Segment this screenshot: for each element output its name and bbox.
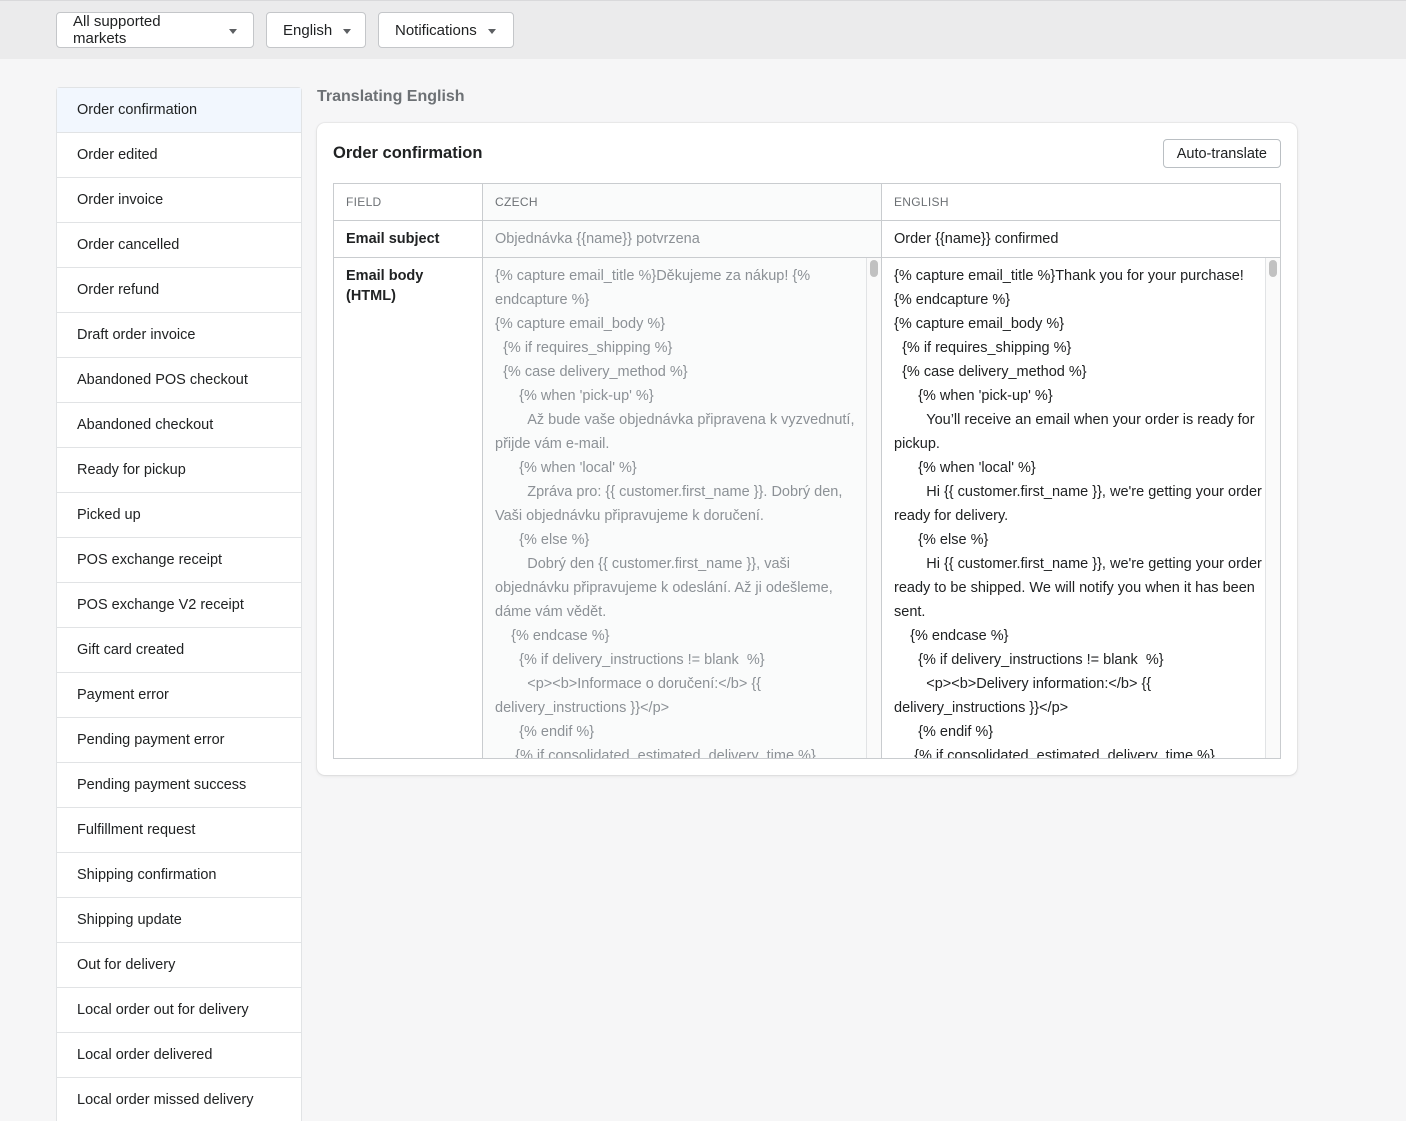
target-email-subject-input[interactable]: Order {{name}} confirmed bbox=[882, 221, 1280, 258]
sidebar-item[interactable]: Local order missed delivery bbox=[57, 1078, 301, 1121]
sidebar-item[interactable]: Pending payment success bbox=[57, 763, 301, 808]
section-dropdown[interactable]: Notifications bbox=[378, 12, 514, 48]
sidebar-item[interactable]: Abandoned checkout bbox=[57, 403, 301, 448]
sidebar-item[interactable]: Out for delivery bbox=[57, 943, 301, 988]
target-scrollbar[interactable] bbox=[1265, 258, 1280, 758]
sidebar-item[interactable]: Order refund bbox=[57, 268, 301, 313]
market-dropdown[interactable]: All supported markets bbox=[56, 12, 254, 48]
source-email-body: {% capture email_title %}Děkujeme za nák… bbox=[483, 258, 881, 758]
language-dropdown-label: English bbox=[283, 21, 333, 39]
sidebar-item[interactable]: POS exchange V2 receipt bbox=[57, 583, 301, 628]
page-heading: Translating English bbox=[317, 88, 465, 105]
target-email-body-input[interactable]: {% capture email_title %}Thank you for y… bbox=[882, 258, 1280, 758]
section-dropdown-label: Notifications bbox=[395, 21, 477, 39]
source-email-subject: Objednávka {{name}} potvrzena bbox=[483, 221, 881, 258]
sidebar-item[interactable]: Order edited bbox=[57, 133, 301, 178]
sidebar-item[interactable]: Fulfillment request bbox=[57, 808, 301, 853]
sidebar-item[interactable]: Pending payment error bbox=[57, 718, 301, 763]
sidebar-item[interactable]: Local order out for delivery bbox=[57, 988, 301, 1033]
scrollbar-thumb[interactable] bbox=[1269, 260, 1277, 277]
email-subject-label: Email subject bbox=[334, 221, 482, 258]
sidebar-item[interactable]: Shipping update bbox=[57, 898, 301, 943]
top-toolbar: All supported markets English Notificati… bbox=[0, 0, 1406, 59]
caret-down-icon bbox=[487, 28, 496, 34]
source-email-body-text: {% capture email_title %}Děkujeme za nák… bbox=[495, 268, 855, 758]
sidebar-item[interactable]: Local order delivered bbox=[57, 1033, 301, 1078]
translation-card: Order confirmation Auto-translate FIELD … bbox=[317, 123, 1297, 775]
sidebar-item[interactable]: Payment error bbox=[57, 673, 301, 718]
sidebar-item[interactable]: Order invoice bbox=[57, 178, 301, 223]
sidebar-item[interactable]: Picked up bbox=[57, 493, 301, 538]
sidebar-item[interactable]: Abandoned POS checkout bbox=[57, 358, 301, 403]
translation-table: FIELD Email subject Email body (HTML) CZ… bbox=[333, 183, 1281, 759]
notification-list: Order confirmation Order edited Order invo… bbox=[56, 87, 302, 1121]
language-dropdown[interactable]: English bbox=[266, 12, 366, 48]
sidebar-item[interactable]: Gift card created bbox=[57, 628, 301, 673]
sidebar-item[interactable]: POS exchange receipt bbox=[57, 538, 301, 583]
target-email-body-text[interactable]: {% capture email_title %}Thank you for y… bbox=[894, 264, 1262, 758]
source-scrollbar[interactable] bbox=[866, 258, 881, 758]
caret-down-icon bbox=[229, 28, 237, 34]
source-header: CZECH bbox=[483, 184, 881, 221]
sidebar-item[interactable]: Ready for pickup bbox=[57, 448, 301, 493]
target-column: ENGLISH Order {{name}} confirmed {% capt… bbox=[882, 184, 1280, 758]
card-title: Order confirmation bbox=[333, 144, 483, 162]
caret-down-icon bbox=[343, 28, 352, 34]
market-dropdown-label: All supported markets bbox=[73, 13, 161, 47]
source-column: CZECH Objednávka {{name}} potvrzena {% c… bbox=[483, 184, 882, 758]
field-header: FIELD bbox=[334, 184, 482, 221]
field-column: FIELD Email subject Email body (HTML) bbox=[334, 184, 483, 758]
scrollbar-thumb[interactable] bbox=[870, 260, 878, 277]
sidebar-item[interactable]: Draft order invoice bbox=[57, 313, 301, 358]
sidebar-item[interactable]: Shipping confirmation bbox=[57, 853, 301, 898]
sidebar-item[interactable]: Order confirmation bbox=[57, 88, 301, 133]
auto-translate-button[interactable]: Auto-translate bbox=[1162, 139, 1281, 168]
sidebar-item[interactable]: Order cancelled bbox=[57, 223, 301, 268]
target-header: ENGLISH bbox=[882, 184, 1280, 221]
email-body-label: Email body (HTML) bbox=[346, 268, 424, 304]
